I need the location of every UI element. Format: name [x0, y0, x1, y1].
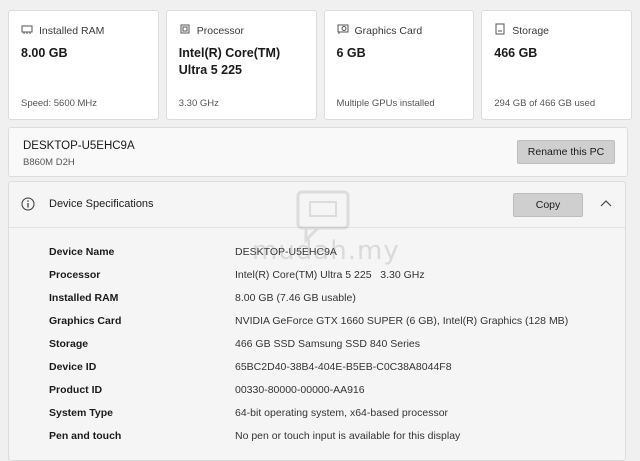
card-title: Graphics Card — [354, 24, 423, 37]
card-processor: Processor Intel(R) Core(TM) Ultra 5 225 … — [165, 10, 317, 120]
card-graphics: Graphics Card 6 GB Multiple GPUs install… — [323, 10, 475, 120]
card-title: Processor — [196, 24, 245, 37]
spec-label: Product ID — [49, 384, 103, 396]
spec-list: Device Name DESKTOP-U5EHC9A Processor In… — [49, 246, 609, 453]
hardware-summary-cards: Installed RAM 8.00 GB Speed: 5600 MHz Pr… — [8, 10, 632, 120]
spec-value: 65BC2D40-38B4-404E-B5EB-C0C38A8044F8 — [235, 361, 452, 373]
spec-value: NVIDIA GeForce GTX 1660 SUPER (6 GB), In… — [235, 315, 569, 327]
chevron-up-icon[interactable] — [599, 197, 613, 211]
processor-icon — [179, 23, 191, 38]
card-installed-ram: Installed RAM 8.00 GB Speed: 5600 MHz — [8, 10, 159, 120]
spec-value: 466 GB SSD Samsung SSD 840 Series — [235, 338, 421, 350]
ram-icon — [21, 23, 33, 38]
card-header: Storage — [494, 23, 549, 38]
pc-name-bar: DESKTOP-U5EHC9A B860M D2H Rename this PC — [8, 127, 628, 177]
spec-value: 8.00 GB (7.46 GB usable) — [235, 292, 356, 304]
spec-row-system-type: System Type 64-bit operating system, x64… — [49, 407, 609, 430]
pc-name: DESKTOP-U5EHC9A — [23, 140, 135, 152]
pc-model: B860M D2H — [23, 157, 75, 168]
device-specifications-title: Device Specifications — [49, 198, 154, 210]
card-title: Installed RAM — [39, 24, 105, 37]
info-icon — [21, 197, 35, 211]
card-value: 6 GB — [336, 46, 366, 60]
spec-label: Installed RAM — [49, 292, 119, 304]
spec-row-pen-and-touch: Pen and touch No pen or touch input is a… — [49, 430, 609, 453]
card-value: 466 GB — [494, 46, 538, 60]
spec-label: Device Name — [49, 246, 115, 258]
card-value: 8.00 GB — [21, 46, 68, 60]
card-detail: 294 GB of 466 GB used — [494, 98, 596, 109]
spec-value: 64-bit operating system, x64-based proce… — [235, 407, 449, 419]
card-detail: Speed: 5600 MHz — [21, 98, 98, 109]
card-detail: Multiple GPUs installed — [336, 98, 435, 109]
copy-button[interactable]: Copy — [513, 193, 583, 217]
card-header: Processor — [179, 23, 244, 38]
card-header: Installed RAM — [21, 23, 104, 38]
spec-label: Device ID — [49, 361, 97, 373]
card-storage: Storage 466 GB 294 GB of 466 GB used — [481, 10, 632, 120]
spec-value: No pen or touch input is available for t… — [235, 430, 461, 442]
spec-row-graphics-card: Graphics Card NVIDIA GeForce GTX 1660 SU… — [49, 315, 609, 338]
storage-icon — [494, 23, 506, 38]
spec-label: Processor — [49, 269, 101, 281]
card-header: Graphics Card — [337, 23, 423, 38]
spec-label: System Type — [49, 407, 113, 419]
spec-row-installed-ram: Installed RAM 8.00 GB (7.46 GB usable) — [49, 292, 609, 315]
spec-row-device-id: Device ID 65BC2D40-38B4-404E-B5EB-C0C38A… — [49, 361, 609, 384]
spec-value: 00330-80000-00000-AA916 — [235, 384, 365, 396]
graphics-card-icon — [337, 23, 349, 38]
spec-label: Graphics Card — [49, 315, 122, 327]
watermark-text: mudah.my — [252, 236, 400, 266]
rename-pc-button[interactable]: Rename this PC — [517, 140, 615, 164]
card-detail: 3.30 GHz — [178, 98, 219, 109]
spec-row-storage: Storage 466 GB SSD Samsung SSD 840 Serie… — [49, 338, 609, 361]
card-title: Storage — [512, 24, 550, 37]
spec-row-product-id: Product ID 00330-80000-00000-AA916 — [49, 384, 609, 407]
card-value: Intel(R) Core(TM) Ultra 5 225 — [178, 46, 281, 77]
spec-label: Pen and touch — [49, 430, 122, 442]
spec-label: Storage — [49, 338, 89, 350]
